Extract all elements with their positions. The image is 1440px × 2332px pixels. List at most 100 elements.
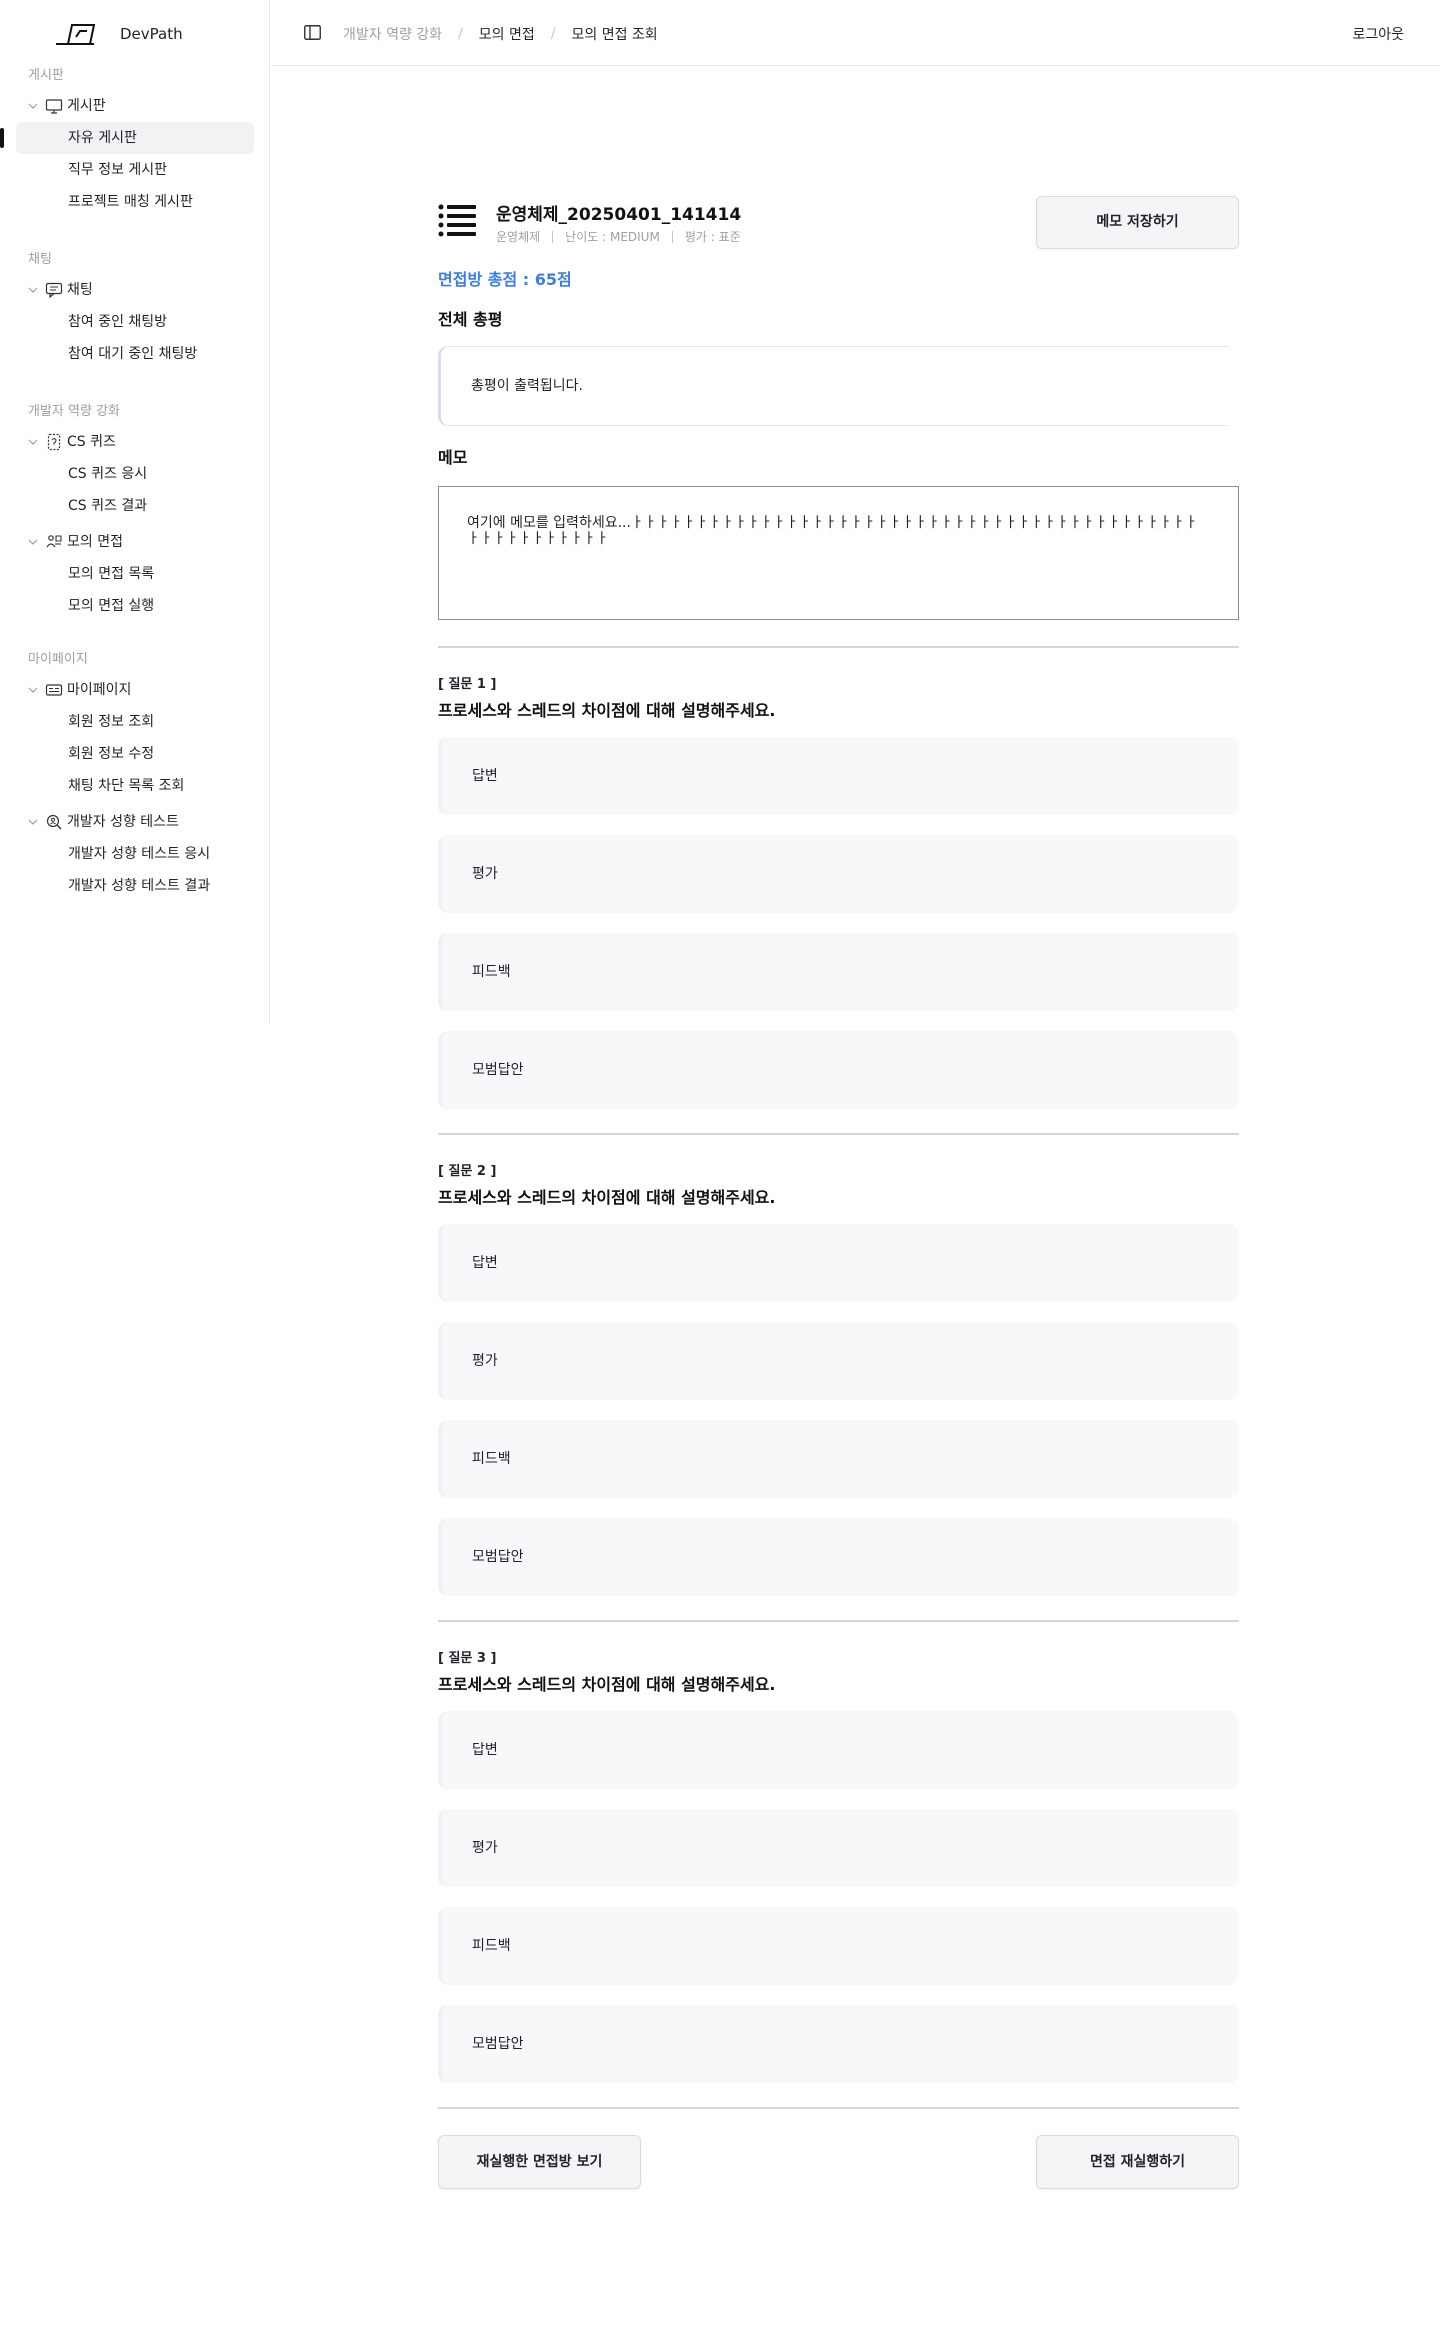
answer-card: 답변: [438, 737, 1239, 815]
sidebar-group-label: 게시판: [67, 98, 106, 114]
chevron-down-icon: [28, 103, 38, 109]
question-block: [ 질문 1 ] 프로세스와 스레드의 차이점에 대해 설명해주세요. 답변 평…: [438, 673, 1239, 1135]
nav-section-chat: 채팅 채팅 참여 중인 채팅방 참여 대기 중인 채팅방: [0, 250, 270, 370]
rerun-interview-button[interactable]: 면접 재실행하기: [1036, 2135, 1239, 2189]
sidebar-item-member-edit[interactable]: 회원 정보 수정: [0, 738, 270, 770]
question-block: [ 질문 2 ] 프로세스와 스레드의 차이점에 대해 설명해주세요. 답변 평…: [438, 1160, 1239, 1622]
evaluation-card: 평가: [438, 1322, 1239, 1400]
model-answer-card: 모범답안: [438, 1031, 1239, 1109]
quiz-icon: [47, 433, 61, 451]
section-label: 게시판: [28, 68, 64, 83]
divider: [438, 1620, 1239, 1622]
chevron-down-icon: [28, 819, 38, 825]
sidebar-item-label: 참여 중인 채팅방: [68, 314, 168, 330]
interview-meta: 운영체제 난이도 : MEDIUM 평가 : 표준: [496, 228, 741, 245]
sidebar-group-label: 채팅: [67, 282, 93, 298]
interview-icon: [46, 535, 62, 548]
question-block: [ 질문 3 ] 프로세스와 스레드의 차이점에 대해 설명해주세요. 답변 평…: [438, 1647, 1239, 2109]
nav-section-board: 게시판 게시판 자유 게시판 직무 정보 게시판 프로젝트 매칭 게시판: [0, 66, 270, 218]
interview-header: 운영체제_20250401_141414 운영체제 난이도 : MEDIUM 평…: [438, 196, 1239, 252]
sidebar-group-mock-interview[interactable]: 모의 면접: [0, 526, 270, 558]
sidebar-item-pending-chats[interactable]: 참여 대기 중인 채팅방: [0, 338, 270, 370]
sidebar-item-mock-interview-list[interactable]: 모의 면접 목록: [0, 558, 270, 590]
sidebar-item-label: 자유 게시판: [68, 130, 137, 146]
breadcrumb: 개발자 역량 강화 / 모의 면접 / 모의 면접 조회: [343, 24, 658, 44]
sidebar-group-chat[interactable]: 채팅: [0, 274, 270, 306]
memo-textarea[interactable]: 여기에 메모를 입력하세요...ㅏㅏㅏㅏㅏㅏㅏㅏㅏㅏㅏㅏㅏㅏㅏㅏㅏㅏㅏㅏㅏㅏㅏㅏ…: [438, 486, 1239, 620]
chevron-down-icon: [28, 687, 38, 693]
sidebar-item-label: CS 퀴즈 결과: [68, 498, 148, 514]
devpath-logo-icon: [56, 24, 96, 45]
question-text: 프로세스와 스레드의 차이점에 대해 설명해주세요.: [438, 1188, 776, 1207]
nav-section-dev-skills: 개발자 역량 강화 CS 퀴즈 CS 퀴즈 응시 CS 퀴즈 결과 모의 면접 …: [0, 402, 270, 622]
sidebar-item-label: 개발자 성향 테스트 응시: [68, 846, 211, 862]
question-number: [ 질문 2 ]: [438, 1164, 497, 1179]
sidebar-group-label: CS 퀴즈: [67, 434, 116, 450]
sidebar-item-cs-quiz-take[interactable]: CS 퀴즈 응시: [0, 458, 270, 490]
total-score: 면접방 총점 : 65점: [438, 270, 572, 289]
meta-separator: [552, 230, 554, 243]
sidebar-item-label: 개발자 성향 테스트 결과: [68, 878, 211, 894]
evaluation-card: 평가: [438, 1809, 1239, 1887]
action-row: 재실행한 면접방 보기 면접 재실행하기: [438, 2135, 1239, 2189]
id-card-icon: [45, 684, 63, 696]
sidebar-item-label: CS 퀴즈 응시: [68, 466, 148, 482]
chevron-down-icon: [28, 539, 38, 545]
breadcrumb-separator: /: [458, 26, 463, 42]
sidebar: DevPath 게시판 게시판 자유 게시판 직무 정보 게시판 프로젝트 매칭…: [0, 0, 270, 1024]
topbar: 개발자 역량 강화 / 모의 면접 / 모의 면접 조회 로그아웃: [271, 0, 1440, 66]
interview-title: 운영체제_20250401_141414: [496, 205, 742, 225]
brand[interactable]: DevPath: [54, 18, 183, 50]
breadcrumb-item[interactable]: 모의 면접: [479, 24, 535, 44]
chevron-down-icon: [28, 439, 38, 445]
sidebar-group-label: 모의 면접: [67, 534, 123, 550]
sidebar-item-free-board[interactable]: 자유 게시판: [0, 122, 254, 154]
breadcrumb-item[interactable]: 개발자 역량 강화: [343, 24, 442, 44]
model-answer-card: 모범답안: [438, 2005, 1239, 2083]
section-label: 마이페이지: [28, 652, 88, 667]
sidebar-toggle-icon[interactable]: [304, 25, 321, 40]
answer-card: 답변: [438, 1711, 1239, 1789]
section-label: 개발자 역량 강화: [28, 404, 120, 419]
model-answer-card: 모범답안: [438, 1518, 1239, 1596]
view-rerun-interview-button[interactable]: 재실행한 면접방 보기: [438, 2135, 641, 2189]
question-text: 프로세스와 스레드의 차이점에 대해 설명해주세요.: [438, 701, 776, 720]
question-text: 프로세스와 스레드의 차이점에 대해 설명해주세요.: [438, 1675, 776, 1694]
meta-category: 운영체제: [496, 230, 541, 244]
question-number: [ 질문 3 ]: [438, 1651, 497, 1666]
sidebar-item-mock-interview-run[interactable]: 모의 면접 실행: [0, 590, 270, 622]
feedback-card: 피드백: [438, 933, 1239, 1011]
sidebar-group-label: 개발자 성향 테스트: [67, 814, 179, 830]
sidebar-item-label: 모의 면접 목록: [68, 566, 155, 582]
summary-box: 총평이 출력됩니다.: [438, 346, 1228, 426]
sidebar-group-cs-quiz[interactable]: CS 퀴즈: [0, 426, 270, 458]
summary-text: 총평이 출력됩니다.: [471, 378, 583, 394]
summary-heading: 전체 총평: [438, 310, 503, 329]
magnifier-person-icon: [46, 814, 62, 830]
sidebar-item-dev-test-result[interactable]: 개발자 성향 테스트 결과: [0, 870, 270, 902]
sidebar-item-cs-quiz-result[interactable]: CS 퀴즈 결과: [0, 490, 270, 522]
save-memo-button[interactable]: 메모 저장하기: [1036, 196, 1239, 249]
sidebar-item-joined-chats[interactable]: 참여 중인 채팅방: [0, 306, 270, 338]
sidebar-item-label: 회원 정보 조회: [68, 714, 155, 730]
sidebar-item-job-board[interactable]: 직무 정보 게시판: [0, 154, 270, 186]
feedback-card: 피드백: [438, 1907, 1239, 1985]
sidebar-group-dev-test[interactable]: 개발자 성향 테스트: [0, 806, 270, 838]
answer-card: 답변: [438, 1224, 1239, 1302]
divider: [438, 2107, 1239, 2109]
sidebar-item-label: 회원 정보 수정: [68, 746, 155, 762]
brand-name: DevPath: [120, 25, 183, 43]
evaluation-card: 평가: [438, 835, 1239, 913]
breadcrumb-separator: /: [550, 26, 556, 42]
sidebar-item-member-info[interactable]: 회원 정보 조회: [0, 706, 270, 738]
sidebar-item-label: 모의 면접 실행: [68, 598, 155, 614]
sidebar-group-board[interactable]: 게시판: [0, 90, 270, 122]
sidebar-item-dev-test-take[interactable]: 개발자 성향 테스트 응시: [0, 838, 270, 870]
logout-button[interactable]: 로그아웃: [1352, 24, 1404, 44]
sidebar-group-mypage[interactable]: 마이페이지: [0, 674, 270, 706]
sidebar-item-label: 참여 대기 중인 채팅방: [68, 346, 198, 362]
meta-difficulty: 난이도 : MEDIUM: [565, 230, 660, 244]
sidebar-item-project-board[interactable]: 프로젝트 매칭 게시판: [0, 186, 270, 218]
sidebar-item-chat-block-list[interactable]: 채팅 차단 목록 조회: [0, 770, 270, 802]
interview-detail: 운영체제_20250401_141414 운영체제 난이도 : MEDIUM 평…: [438, 196, 1239, 2189]
